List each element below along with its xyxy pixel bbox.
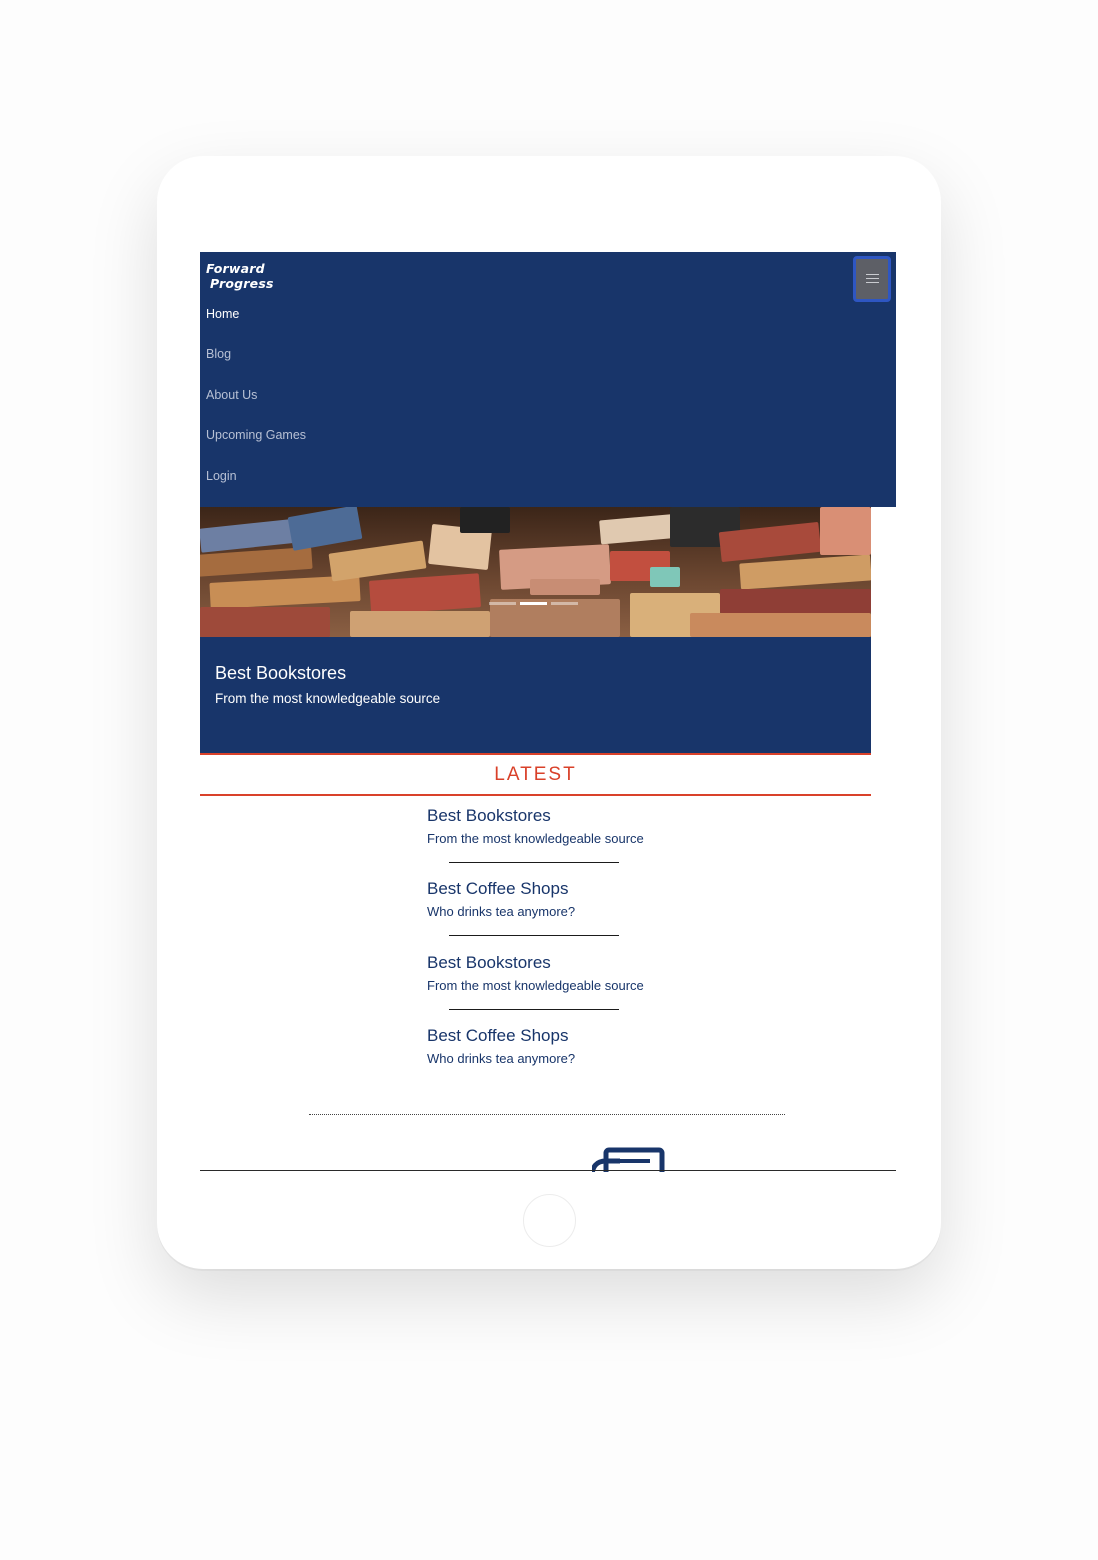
nav-menu: Home Blog About Us Upcoming Games Login	[206, 306, 306, 508]
nav-item-blog[interactable]: Blog	[206, 346, 306, 386]
navbar: Forward Progress Home Blog About Us Upco…	[200, 252, 896, 507]
latest-article-list: Best Bookstores From the most knowledgea…	[427, 805, 687, 1098]
article-subtitle: From the most knowledgeable source	[427, 831, 644, 846]
carousel-indicator-2[interactable]	[520, 602, 547, 605]
carousel-image	[200, 507, 871, 637]
hero-carousel[interactable]	[200, 507, 871, 637]
nav-item-login[interactable]: Login	[206, 468, 306, 508]
article-subtitle: From the most knowledgeable source	[427, 977, 644, 993]
latest-heading: LATEST	[200, 755, 871, 796]
navbar-toggler-button[interactable]	[853, 256, 891, 302]
brand-line-2: Progress	[210, 276, 274, 291]
section-divider	[309, 1114, 785, 1115]
carousel-indicator-3[interactable]	[551, 602, 578, 605]
newspaper-icon	[592, 1147, 665, 1172]
tablet-home-button[interactable]	[523, 1194, 576, 1247]
article-subtitle: Who drinks tea anymore?	[427, 904, 576, 920]
article-divider	[449, 935, 619, 937]
brand-logo[interactable]: Forward Progress	[206, 261, 274, 291]
screen-bottom-edge	[200, 1170, 896, 1171]
carousel-indicator-1[interactable]	[489, 602, 516, 605]
nav-item-about-us[interactable]: About Us	[206, 387, 306, 427]
article-title[interactable]: Best Bookstores	[427, 952, 687, 974]
article-divider	[449, 862, 619, 863]
brand-line-1: Forward	[206, 261, 265, 276]
article-subtitle: Who drinks tea anymore?	[427, 1050, 576, 1066]
nav-item-upcoming-games[interactable]: Upcoming Games	[206, 427, 306, 467]
caption-title: Best Bookstores	[215, 663, 347, 683]
article-item[interactable]: Best Coffee Shops Who drinks tea anymore…	[427, 878, 687, 951]
article-item[interactable]: Best Coffee Shops Who drinks tea anymore…	[427, 1025, 687, 1098]
tablet-screen: Forward Progress Home Blog About Us Upco…	[200, 252, 896, 1172]
article-item[interactable]: Best Bookstores From the most knowledgea…	[427, 952, 687, 1025]
caption-text: From the most knowledgeable source	[215, 691, 441, 706]
carousel-caption: Best Bookstores From the most knowledgea…	[200, 637, 871, 755]
article-divider	[449, 1008, 619, 1010]
hamburger-icon	[865, 274, 879, 284]
article-title[interactable]: Best Coffee Shops	[427, 1025, 687, 1047]
article-title[interactable]: Best Coffee Shops	[427, 878, 687, 900]
nav-item-home[interactable]: Home	[206, 306, 306, 346]
carousel-indicators	[489, 602, 578, 605]
article-item[interactable]: Best Bookstores From the most knowledgea…	[427, 805, 687, 878]
article-title[interactable]: Best Bookstores	[427, 805, 687, 827]
